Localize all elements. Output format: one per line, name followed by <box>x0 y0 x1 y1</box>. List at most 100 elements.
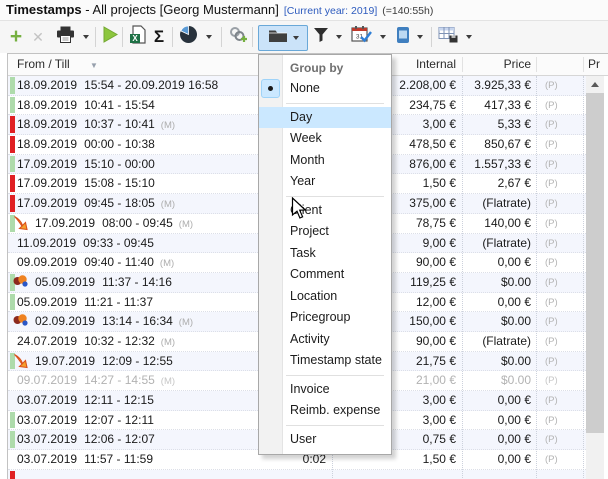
manual-entry-marker: (M) <box>161 120 175 131</box>
pie-chart-dropdown-button[interactable] <box>203 25 215 49</box>
column-header-price[interactable]: Price <box>504 54 531 75</box>
menu-item-label: Month <box>290 153 325 167</box>
calendar-check-icon: 31 <box>351 25 372 49</box>
row-time-range: 08:00 - 09:45 <box>102 216 173 230</box>
sum-button[interactable]: Σ <box>150 25 168 49</box>
display-mode-button[interactable] <box>394 25 411 49</box>
menu-item-user[interactable]: User <box>259 429 391 451</box>
delete-timestamp-button[interactable]: ✕ <box>29 25 47 49</box>
link-add-button[interactable] <box>227 25 249 49</box>
header-column-divider <box>583 57 584 72</box>
scrollbar-thumb[interactable] <box>586 93 604 433</box>
menu-item-comment[interactable]: Comment <box>259 264 391 286</box>
row-date: 05.09.2019 <box>35 275 95 289</box>
menu-item-pricegroup[interactable]: Pricegroup <box>259 307 391 329</box>
window-title: Timestamps <box>6 2 82 17</box>
menu-item-label: Project <box>290 224 329 238</box>
start-timer-button[interactable] <box>100 25 120 49</box>
menu-item-label: None <box>290 81 320 95</box>
row-price-value: 0,00 € <box>498 293 531 312</box>
menu-item-label: Location <box>290 289 337 303</box>
play-icon <box>102 26 118 48</box>
menu-item-week[interactable]: Week <box>259 128 391 150</box>
row-time-range: 09:45 - 18:05 <box>84 196 155 210</box>
column-header-from-till[interactable]: From / Till <box>17 54 70 75</box>
row-time-range: 14:27 - 14:55 <box>84 373 155 387</box>
display-dropdown-button[interactable] <box>414 25 426 49</box>
row-date: 17.09.2019 <box>35 216 95 230</box>
row-date: 05.09.2019 <box>17 295 77 309</box>
row-price-value: 5,33 € <box>498 115 531 134</box>
menu-item-day[interactable]: Day <box>259 107 391 129</box>
chevron-down-icon <box>466 35 472 39</box>
row-internal-value: 876,00 € <box>409 155 456 174</box>
scrollbar-up-button[interactable] <box>586 76 604 93</box>
menu-item-year[interactable]: Year <box>259 171 391 193</box>
column-header-pricegroup-clipped[interactable]: Pr <box>588 54 600 75</box>
row-date: 03.07.2019 <box>17 413 77 427</box>
column-header-internal[interactable]: Internal <box>416 54 456 75</box>
toolbar-separator <box>221 27 222 47</box>
row-date: 18.09.2019 <box>17 78 77 92</box>
print-button[interactable] <box>54 25 76 49</box>
row-pricegroup-marker: (P) <box>545 293 558 313</box>
chevron-down-icon <box>380 35 386 39</box>
calendar-range-button[interactable]: 31 <box>350 25 373 49</box>
row-price-value: 0,00 € <box>498 411 531 430</box>
folder-icon <box>268 28 288 48</box>
chevron-up-icon <box>591 82 599 87</box>
flame-icon <box>12 353 32 370</box>
row-pricegroup-marker: (P) <box>545 312 558 332</box>
row-price-value: $0.00 <box>501 352 531 371</box>
toolbar-separator <box>95 27 96 47</box>
display-icon <box>396 26 410 49</box>
group-by-button[interactable] <box>258 25 308 51</box>
menu-item-reimb-expense[interactable]: Reimb. expense <box>259 400 391 422</box>
menu-item-client[interactable]: Client <box>259 200 391 222</box>
filter-dropdown-button[interactable] <box>333 25 345 49</box>
row-time-range: 09:33 - 09:45 <box>83 236 154 250</box>
row-internal-value: 12,00 € <box>416 293 456 312</box>
table-row[interactable] <box>8 470 586 479</box>
menu-item-activity[interactable]: Activity <box>259 329 391 351</box>
row-internal-value: 234,75 € <box>409 96 456 115</box>
pie-chart-button[interactable] <box>178 25 199 49</box>
calendar-dropdown-button[interactable] <box>377 25 389 49</box>
menu-item-invoice[interactable]: Invoice <box>259 379 391 401</box>
row-price-value: (Flatrate) <box>482 194 531 213</box>
sigma-icon: Σ <box>154 27 164 47</box>
vertical-scrollbar[interactable] <box>586 76 604 479</box>
filter-button[interactable] <box>311 25 330 49</box>
row-pricegroup-marker: (P) <box>545 352 558 372</box>
menu-separator <box>259 422 391 429</box>
menu-item-location[interactable]: Location <box>259 286 391 308</box>
menu-item-project[interactable]: Project <box>259 221 391 243</box>
table-layout-dropdown-button[interactable] <box>463 25 475 49</box>
menu-item-none[interactable]: None <box>259 78 391 100</box>
row-price-value: 140,00 € <box>484 214 531 233</box>
header-column-divider <box>462 57 463 72</box>
row-time-range: 12:07 - 12:11 <box>84 413 154 427</box>
row-internal-value: 90,00 € <box>416 332 456 351</box>
row-pricegroup-marker: (P) <box>545 76 558 96</box>
export-excel-button[interactable]: X <box>127 25 147 49</box>
row-internal-value: 0,75 € <box>423 430 456 449</box>
row-pricegroup-marker: (P) <box>545 194 558 214</box>
plus-icon: + <box>10 27 22 47</box>
menu-item-label: Timestamp state <box>290 353 382 367</box>
row-time-range: 15:54 - 20.09.2019 16:58 <box>84 78 218 92</box>
toolbar: + ✕ X Σ 31 <box>0 21 608 53</box>
pie-chart-icon <box>179 25 198 49</box>
table-layout-button[interactable] <box>437 25 460 49</box>
manual-entry-marker: (M) <box>160 258 174 269</box>
print-dropdown-button[interactable] <box>80 25 92 49</box>
menu-item-month[interactable]: Month <box>259 150 391 172</box>
row-time-range: 12:11 - 12:15 <box>84 393 154 407</box>
menu-item-timestamp-state[interactable]: Timestamp state <box>259 350 391 372</box>
sort-descending-icon[interactable]: ▼ <box>90 55 98 76</box>
add-timestamp-button[interactable]: + <box>6 25 26 49</box>
row-price-value: 1.557,33 € <box>474 155 531 174</box>
row-internal-value: 21,75 € <box>416 352 456 371</box>
menu-item-label: Comment <box>290 267 344 281</box>
menu-item-task[interactable]: Task <box>259 243 391 265</box>
